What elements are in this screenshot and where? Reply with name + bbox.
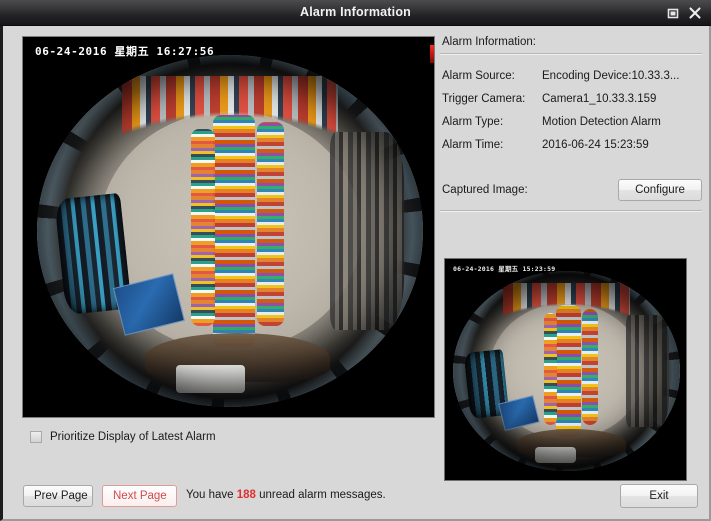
window-title: Alarm Information <box>299 5 412 19</box>
next-page-button[interactable]: Next Page <box>102 485 177 507</box>
video-canvas: 06-24-2016 星期五 16:27:56 <box>23 37 434 417</box>
prev-page-button[interactable]: Prev Page <box>23 485 93 507</box>
counter-display <box>534 447 576 463</box>
trigger-camera-label: Trigger Camera: <box>442 93 526 105</box>
trigger-camera-value: Camera1_10.33.3.159 <box>542 93 657 105</box>
close-icon[interactable] <box>687 5 703 21</box>
right-aisle-shelf <box>582 309 599 425</box>
alarm-time-label: Alarm Time: <box>442 139 504 151</box>
right-aisle-shelf <box>257 121 285 327</box>
thumbnail-timestamp-osd: 06-24-2016 星期五 15:23:59 <box>453 265 556 273</box>
alarm-source-value: Encoding Device:10.33.3... <box>542 70 680 82</box>
center-aisle-shelf <box>212 114 256 348</box>
heading-divider <box>440 53 702 55</box>
alarm-time-value: 2016-06-24 15:23:59 <box>542 139 649 151</box>
recording-indicator-icon <box>430 45 434 63</box>
right-racks <box>330 132 404 330</box>
prioritize-latest-alarm-row[interactable]: Prioritize Display of Latest Alarm <box>30 431 216 443</box>
table-row: Alarm Time: 2016-06-24 15:23:59 <box>440 134 702 157</box>
prioritize-latest-alarm-checkbox[interactable] <box>30 431 42 443</box>
alarm-details-table: Alarm Source: Encoding Device:10.33.3...… <box>440 65 702 157</box>
table-row: Alarm Source: Encoding Device:10.33.3... <box>440 65 702 88</box>
captured-image-label: Captured Image: <box>442 184 528 196</box>
counter-display <box>175 364 246 393</box>
dialog-body: 06-24-2016 星期五 16:27:56 Prioritize Displ… <box>0 26 711 521</box>
unread-prefix: You have <box>186 489 237 501</box>
window-title-bar: Alarm Information <box>0 0 711 26</box>
restore-icon[interactable] <box>665 5 681 21</box>
captured-image-divider <box>440 210 702 212</box>
unread-count: 188 <box>236 489 256 501</box>
center-aisle-shelf <box>556 305 582 437</box>
captured-image-row: Captured Image: Configure <box>440 179 702 201</box>
exit-button[interactable]: Exit <box>620 484 698 508</box>
fisheye-scene <box>37 55 423 407</box>
live-video-panel[interactable]: 06-24-2016 星期五 16:27:56 <box>22 36 435 418</box>
alarm-type-label: Alarm Type: <box>442 116 504 128</box>
alarm-info-heading: Alarm Information: <box>442 36 536 48</box>
alarm-info-panel: Alarm Information: Alarm Source: Encodin… <box>440 36 702 481</box>
alarm-type-value: Motion Detection Alarm <box>542 116 661 128</box>
unread-message-status: You have 188 unread alarm messages. <box>186 489 386 501</box>
unread-suffix: unread alarm messages. <box>255 489 386 501</box>
alarm-source-label: Alarm Source: <box>442 70 515 82</box>
captured-image-thumbnail[interactable]: 06-24-2016 星期五 15:23:59 <box>444 258 687 481</box>
configure-button[interactable]: Configure <box>618 179 702 201</box>
right-racks <box>625 315 669 427</box>
fisheye-thumbnail-scene <box>453 271 680 471</box>
video-timestamp-osd: 06-24-2016 星期五 16:27:56 <box>35 45 215 58</box>
bottom-toolbar: Prev Page Next Page You have 188 unread … <box>3 474 709 521</box>
alarm-information-window: Alarm Information 06-24-2016 星期五 16:27:5… <box>0 0 711 521</box>
prioritize-latest-alarm-label: Prioritize Display of Latest Alarm <box>50 431 216 443</box>
left-aisle-shelf <box>543 313 558 425</box>
table-row: Trigger Camera: Camera1_10.33.3.159 <box>440 88 702 111</box>
left-aisle-shelf <box>191 128 215 327</box>
table-row: Alarm Type: Motion Detection Alarm <box>440 111 702 134</box>
